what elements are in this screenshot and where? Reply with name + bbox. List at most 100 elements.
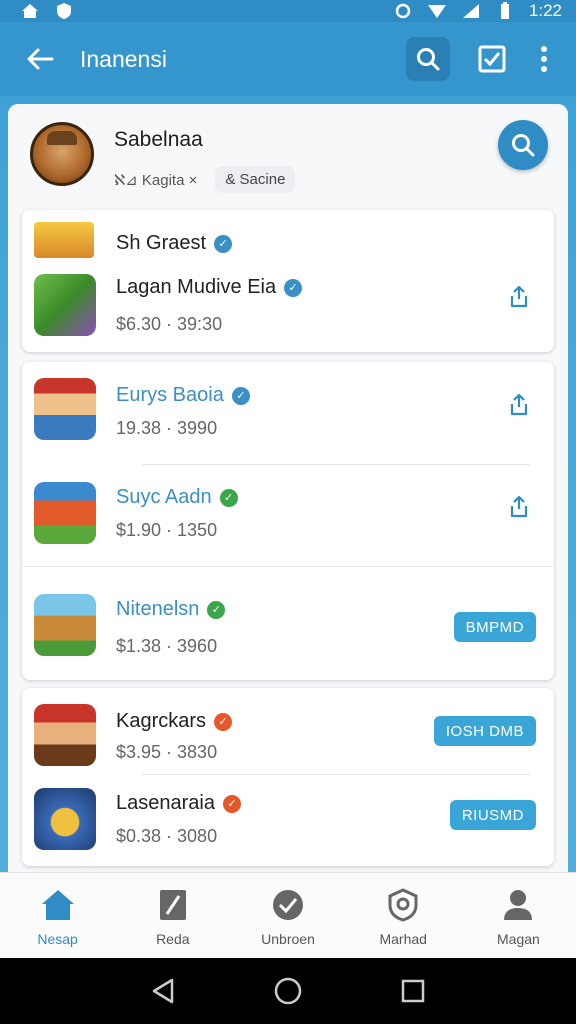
game-thumbnail [34,274,96,336]
arrow-left-icon [27,48,54,70]
more-options-button[interactable] [534,37,554,81]
nav-label: Nesap [37,931,78,947]
status-time: 1:22 [528,1,562,20]
system-back-button[interactable] [146,974,180,1008]
item-title-label: Eurys Baoia [116,384,224,406]
item-title-label: Kagrckars [116,710,207,732]
item-price: $0.38 · 3080 [116,826,218,846]
game-thumbnail [34,378,96,440]
item-title: Kagrckars ✓ [116,710,233,733]
checkbox-icon [478,45,506,73]
item-title: Lagan Mudive Eia ✓ [116,276,303,299]
group-logo [34,222,94,258]
verified-icon: ✓ [231,386,250,405]
battery-status-icon [495,2,515,20]
action-pill-button[interactable]: IOSH DMB [433,716,536,746]
list-item[interactable]: Nitenelsn ✓ $1.38 · 3960 BMPMD [22,580,554,672]
item-title-label: Lasenaraia [116,792,215,814]
list-item[interactable]: Suyc Aadn ✓ $1.90 · 1350 [22,476,554,566]
item-title-label: Suyc Aadn [116,486,212,508]
share-button[interactable] [506,494,532,520]
settings-shield-icon [385,887,421,923]
profile-sub-text: ℵ⊿ Kagita × [114,171,198,189]
nav-item-magan[interactable]: Magan [461,873,576,958]
nav-label: Magan [497,931,540,947]
share-button[interactable] [506,284,532,310]
share-icon [510,393,528,416]
circle-home-icon [274,977,302,1005]
document-icon [155,887,191,923]
nav-item-reda[interactable]: Reda [115,873,230,958]
status-bar: 1:22 [0,0,576,22]
person-icon [500,887,536,923]
item-price: $1.90 · 1350 [116,520,218,540]
share-icon [510,285,528,308]
search-button[interactable] [406,37,450,81]
item-price: $6.30 · 39:30 [116,314,223,334]
item-title: Nitenelsn ✓ [116,598,226,621]
game-group-1: Sh Graest ✓ Lagan Mudive Eia ✓ $6.30 · 3… [22,210,554,352]
shield-status-icon [54,2,74,20]
game-group-2: Eurys Baoia ✓ 19.38 · 3990 Suyc Aadn ✓ $… [22,362,554,680]
list-item[interactable]: Lagan Mudive Eia ✓ $6.30 · 39:30 [22,272,554,348]
profile-name: Sabelnaa [114,128,203,151]
share-icon [510,495,528,518]
verified-icon: ✓ [214,712,233,731]
home-status-icon [20,2,40,20]
nav-item-unbroen[interactable]: Unbroen [230,873,345,958]
system-home-button[interactable] [271,974,305,1008]
profile-header: Sabelnaa ℵ⊿ Kagita × & Sacine [8,104,568,204]
item-title: Lasenaraia ✓ [116,792,241,815]
item-price: 19.38 · 3990 [116,418,218,438]
sync-status-icon [393,2,413,20]
system-recents-button[interactable] [396,974,430,1008]
list-item[interactable]: Lasenaraia ✓ $0.38 · 3080 RIUSMD [22,784,554,858]
search-icon [512,134,535,157]
divider [22,566,554,567]
action-pill-button[interactable]: BMPMD [453,612,536,642]
game-thumbnail [34,788,96,850]
verified-icon: ✓ [284,278,303,297]
nav-item-marhad[interactable]: Marhad [346,873,461,958]
square-recents-icon [402,979,425,1003]
triangle-back-icon [152,978,173,1004]
action-pill-button[interactable]: RIUSMD [449,800,536,830]
divider [142,464,530,465]
profile-search-button[interactable] [498,120,548,170]
wifi-status-icon [427,2,447,20]
item-title: Suyc Aadn ✓ [116,486,238,509]
search-icon [417,48,440,71]
verified-icon: ✓ [219,488,238,507]
bottom-navigation: Nesap Reda Unbroen Marhad Magan [0,872,576,958]
group-header-label: Sh Graest [116,232,207,254]
check-badge-icon [270,887,306,923]
verified-icon: ✓ [214,234,233,253]
nav-label: Reda [156,931,190,947]
list-item[interactable]: Eurys Baoia ✓ 19.38 · 3990 [22,376,554,466]
game-thumbnail [34,594,96,656]
profile-chip[interactable]: & Sacine [215,166,296,193]
verified-icon: ✓ [222,794,241,813]
list-item[interactable]: Kagrckars ✓ $3.95 · 3830 IOSH DMB [22,702,554,772]
nav-label: Marhad [379,931,427,947]
more-vert-icon [541,46,547,72]
app-bar: Inanensi [0,22,576,96]
home-icon [40,887,76,923]
item-title: Eurys Baoia ✓ [116,384,250,407]
select-all-button[interactable] [470,37,514,81]
game-thumbnail [34,704,96,766]
back-button[interactable] [10,29,70,89]
avatar[interactable] [30,122,94,186]
main-content: Sabelnaa ℵ⊿ Kagita × & Sacine Sh Graest … [8,104,568,872]
game-group-3: Kagrckars ✓ $3.95 · 3830 IOSH DMB Lasena… [22,688,554,866]
item-title-label: Nitenelsn [116,598,200,620]
system-navigation-bar [0,958,576,1024]
item-title-label: Lagan Mudive Eia [116,276,277,298]
signal-status-icon [461,2,481,20]
nav-item-home[interactable]: Nesap [0,873,115,958]
item-price: $3.95 · 3830 [116,742,218,762]
divider [142,774,530,775]
verified-icon: ✓ [207,600,226,619]
share-button[interactable] [506,392,532,418]
profile-subtitle: ℵ⊿ Kagita × & Sacine [114,166,296,193]
